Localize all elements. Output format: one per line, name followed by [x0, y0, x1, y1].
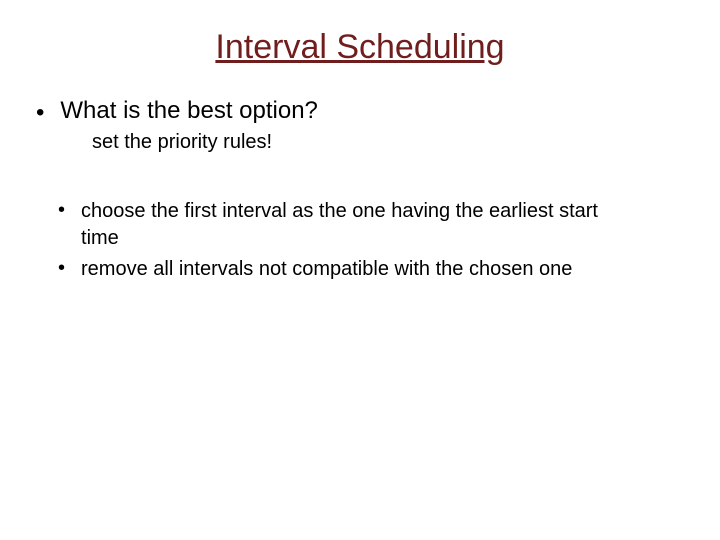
list-item-text: choose the first interval as the one hav…: [81, 198, 641, 252]
list-item: • remove all intervals not compatible wi…: [58, 256, 720, 283]
list-item: • choose the first interval as the one h…: [58, 198, 720, 252]
question-text: What is the best option?: [60, 97, 317, 125]
bullet-icon: •: [58, 198, 65, 222]
bullet-icon: •: [58, 256, 65, 280]
bullet-icon: •: [36, 101, 44, 125]
slide-title: Interval Scheduling: [0, 0, 720, 67]
subline-text: set the priority rules!: [92, 131, 720, 154]
list-item-text: remove all intervals not compatible with…: [81, 256, 572, 283]
bullet-list: • choose the first interval as the one h…: [58, 198, 720, 283]
slide: Interval Scheduling • What is the best o…: [0, 0, 720, 540]
question-row: • What is the best option?: [36, 97, 720, 125]
